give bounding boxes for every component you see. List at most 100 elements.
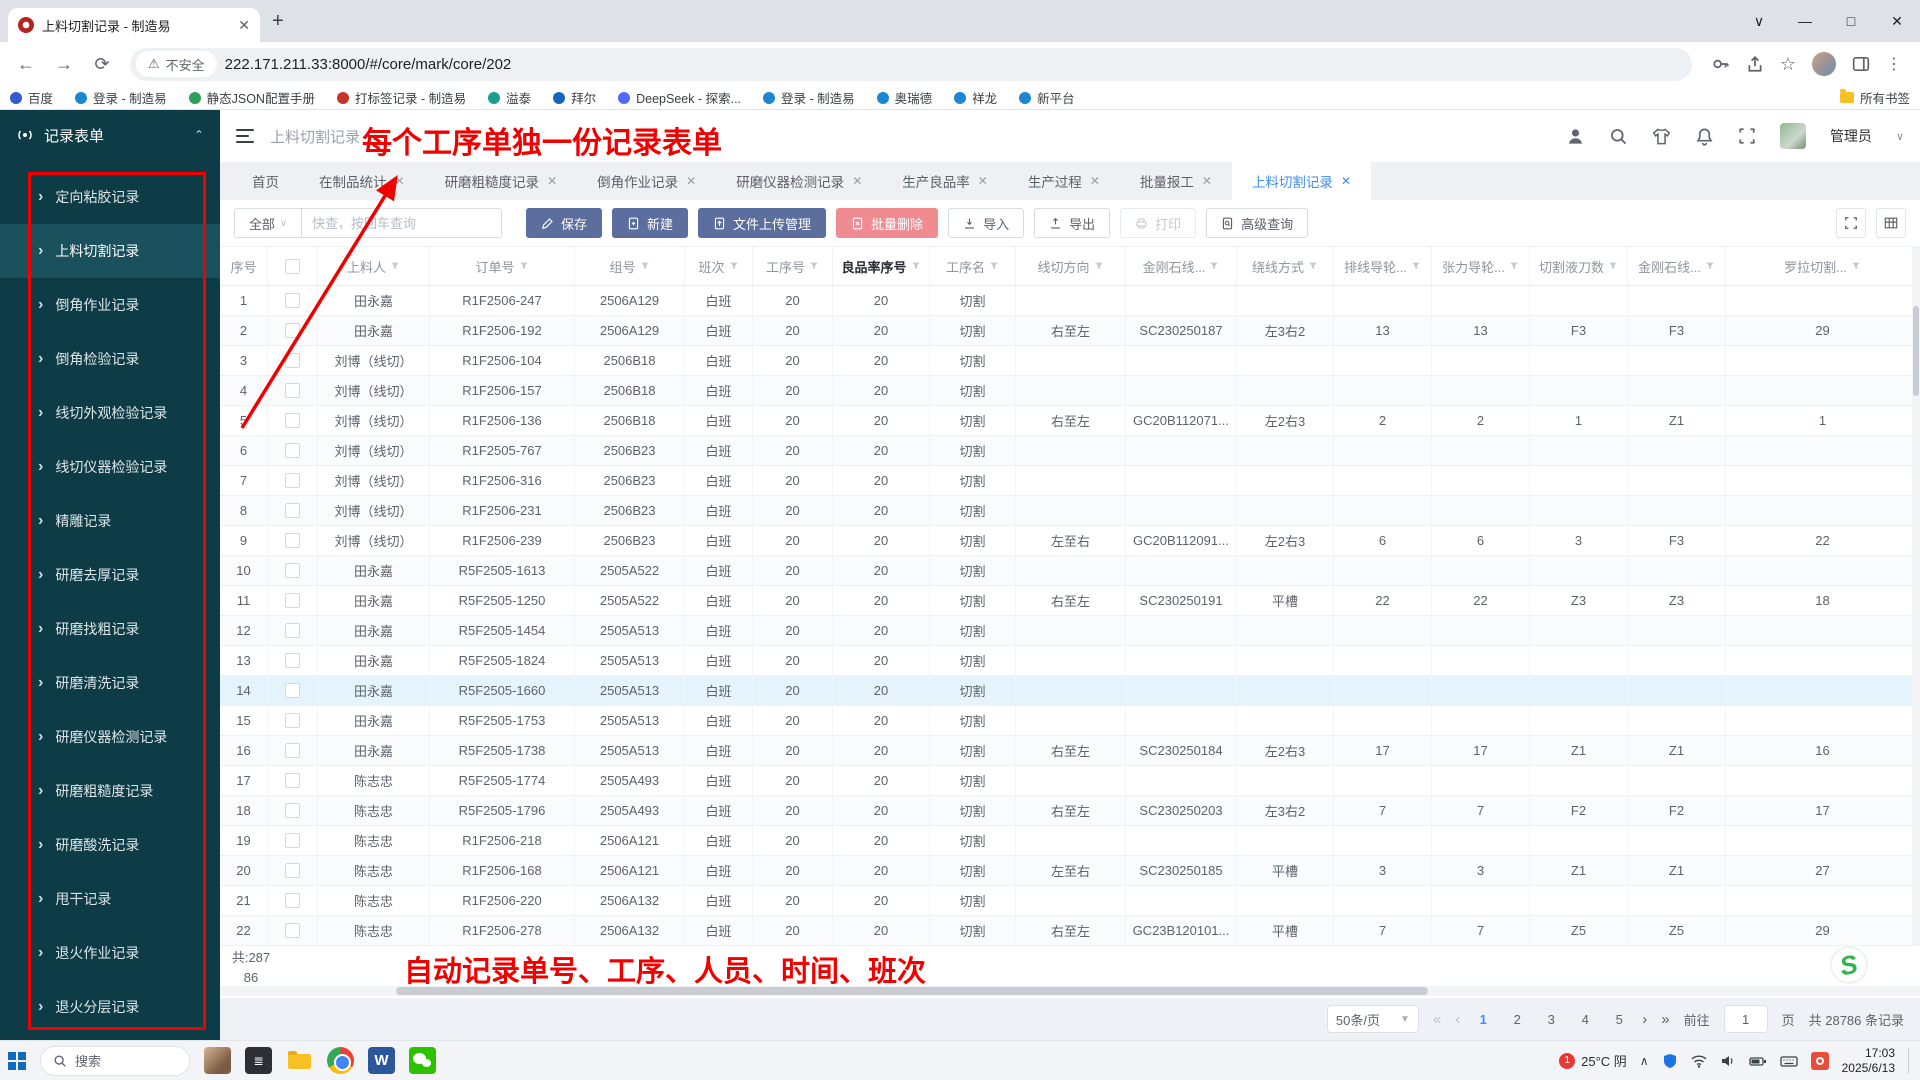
notification-bell-icon[interactable] bbox=[1695, 127, 1714, 146]
horizontal-scrollbar[interactable] bbox=[220, 986, 1920, 996]
filter-icon[interactable] bbox=[911, 261, 921, 271]
table-row[interactable]: 17 陈志忠 R5F2505-1774 2505A493 白班 20 20 切割 bbox=[220, 766, 1920, 796]
sidebar-item-7[interactable]: › 精雕记录 bbox=[0, 494, 220, 548]
address-bar[interactable]: ⚠ 不安全 222.171.211.33:8000/#/core/mark/co… bbox=[130, 47, 1692, 81]
share-icon[interactable] bbox=[1746, 55, 1764, 73]
back-icon[interactable]: ← bbox=[10, 48, 42, 80]
prev-page-button[interactable]: ‹ bbox=[1455, 1011, 1460, 1028]
url-text[interactable]: 222.171.211.33:8000/#/core/mark/core/202 bbox=[225, 56, 512, 73]
bookmark-item[interactable]: 登录 - 制造易 bbox=[75, 88, 167, 107]
table-row[interactable]: 7 刘博（线切） R1F2506-316 2506B23 白班 20 20 切割 bbox=[220, 466, 1920, 496]
filter-icon[interactable] bbox=[1411, 261, 1421, 271]
bookmark-item[interactable]: 百度 bbox=[10, 88, 53, 107]
filter-icon[interactable] bbox=[519, 261, 529, 271]
table-row[interactable]: 1 田永嘉 R1F2506-247 2506A129 白班 20 20 切割 bbox=[220, 286, 1920, 316]
collapse-caret-icon[interactable]: ⌃ bbox=[194, 128, 204, 142]
filter-icon[interactable] bbox=[640, 261, 650, 271]
bookmark-item[interactable]: 祥龙 bbox=[954, 88, 997, 107]
bookmark-item[interactable]: 新平台 bbox=[1019, 88, 1075, 107]
sidebar-item-1[interactable]: › 定向粘胶记录 bbox=[0, 170, 220, 224]
table-row[interactable]: 2 田永嘉 R1F2506-192 2506A129 白班 20 20 切割 右至左 SC2302… bbox=[220, 316, 1920, 346]
row-checkbox[interactable] bbox=[285, 533, 300, 548]
last-page-button[interactable]: » bbox=[1661, 1011, 1669, 1028]
select-all-checkbox[interactable] bbox=[285, 258, 300, 274]
row-checkbox[interactable] bbox=[285, 383, 300, 398]
table-row[interactable]: 6 刘博（线切） R1F2505-767 2506B23 白班 20 20 切割 bbox=[220, 436, 1920, 466]
sidebar-item-2[interactable]: › 上料切割记录 bbox=[0, 224, 220, 278]
tab-close-icon[interactable]: ✕ bbox=[1202, 174, 1212, 188]
tray-chevron-icon[interactable]: ∧ bbox=[1640, 1054, 1649, 1068]
filter-icon[interactable] bbox=[1608, 261, 1618, 271]
hamburger-icon[interactable] bbox=[236, 129, 254, 143]
row-checkbox[interactable] bbox=[285, 653, 300, 668]
goto-page-input[interactable] bbox=[1723, 1005, 1768, 1033]
row-checkbox[interactable] bbox=[285, 803, 300, 818]
first-page-button[interactable]: « bbox=[1433, 1011, 1441, 1028]
page-size-select[interactable]: 50条/页 ▼ bbox=[1326, 1005, 1419, 1033]
table-row[interactable]: 22 陈志忠 R1F2506-278 2506A132 白班 20 20 切割 右至左 GC23B… bbox=[220, 916, 1920, 946]
workspace-tab[interactable]: 在制品统计 ✕ bbox=[299, 162, 425, 200]
batch-delete-button[interactable]: 批量删除 bbox=[836, 208, 939, 238]
sidebar-item-14[interactable]: › 甩干记录 bbox=[0, 872, 220, 926]
wifi-icon[interactable] bbox=[1691, 1053, 1707, 1069]
table-row[interactable]: 18 陈志忠 R5F2505-1796 2505A493 白班 20 20 切割 右至左 SC23… bbox=[220, 796, 1920, 826]
tab-close-icon[interactable]: ✕ bbox=[1341, 174, 1351, 188]
forward-icon[interactable]: → bbox=[48, 48, 80, 80]
bookmark-item[interactable]: 打标签记录 - 制造易 bbox=[336, 88, 466, 107]
table-row[interactable]: 15 田永嘉 R5F2505-1753 2505A513 白班 20 20 切割 bbox=[220, 706, 1920, 736]
sidebar-item-4[interactable]: › 倒角检验记录 bbox=[0, 332, 220, 386]
filter-icon[interactable] bbox=[1851, 261, 1861, 271]
sidebar-header[interactable]: 记录表单 ⌃ bbox=[0, 110, 220, 160]
table-row[interactable]: 21 陈志忠 R1F2506-220 2506A132 白班 20 20 切割 bbox=[220, 886, 1920, 916]
sidebar-item-13[interactable]: › 研磨酸洗记录 bbox=[0, 818, 220, 872]
bookmark-item[interactable]: 奥瑞德 bbox=[876, 88, 932, 107]
window-close-button[interactable]: ✕ bbox=[1874, 0, 1920, 42]
workspace-tab[interactable]: 生产过程 ✕ bbox=[1008, 162, 1120, 200]
vertical-scrollbar[interactable] bbox=[1912, 246, 1920, 946]
browser-profile-avatar[interactable] bbox=[1812, 52, 1836, 76]
file-explorer-icon[interactable] bbox=[286, 1047, 313, 1074]
user-name[interactable]: 管理员 bbox=[1830, 126, 1872, 146]
bookmark-item[interactable]: 拜尔 bbox=[553, 88, 596, 107]
table-row[interactable]: 11 田永嘉 R5F2505-1250 2505A522 白班 20 20 切割 右至左 SC23… bbox=[220, 586, 1920, 616]
bookmark-item[interactable]: DeepSeek - 探索... bbox=[618, 88, 741, 107]
sidebar-item-9[interactable]: › 研磨找粗记录 bbox=[0, 602, 220, 656]
filter-icon[interactable] bbox=[390, 261, 400, 271]
taskbar-clock[interactable]: 17:03 2025/6/13 bbox=[1842, 1046, 1895, 1076]
filter-icon[interactable] bbox=[809, 261, 819, 271]
theme-shirt-icon[interactable] bbox=[1652, 127, 1671, 146]
security-shield-icon[interactable] bbox=[1662, 1053, 1678, 1069]
page-number-button[interactable]: 2 bbox=[1508, 1012, 1526, 1027]
sidebar-item-6[interactable]: › 线切仪器检验记录 bbox=[0, 440, 220, 494]
window-minimize-button[interactable]: — bbox=[1782, 0, 1828, 42]
password-key-icon[interactable] bbox=[1712, 55, 1730, 73]
tab-close-icon[interactable]: ✕ bbox=[978, 174, 988, 188]
bookmark-item[interactable]: 静态JSON配置手册 bbox=[188, 88, 315, 107]
export-button[interactable]: 导出 bbox=[1034, 208, 1111, 238]
sidebar-item-3[interactable]: › 倒角作业记录 bbox=[0, 278, 220, 332]
tab-search-icon[interactable]: ∨ bbox=[1736, 0, 1782, 42]
weather-widget[interactable]: 1 25°C 阴 bbox=[1559, 1051, 1627, 1070]
row-checkbox[interactable] bbox=[285, 623, 300, 638]
row-checkbox[interactable] bbox=[285, 833, 300, 848]
file-upload-manager-button[interactable]: 文件上传管理 bbox=[698, 208, 827, 238]
widgets-photo-icon[interactable] bbox=[204, 1047, 231, 1074]
tab-close-icon[interactable]: ✕ bbox=[547, 174, 557, 188]
table-row[interactable]: 19 陈志忠 R1F2506-218 2506A121 白班 20 20 切割 bbox=[220, 826, 1920, 856]
row-checkbox[interactable] bbox=[285, 473, 300, 488]
user-avatar[interactable] bbox=[1779, 123, 1806, 149]
sidebar-item-11[interactable]: › 研磨仪器检测记录 bbox=[0, 710, 220, 764]
battery-icon[interactable] bbox=[1748, 1053, 1767, 1069]
table-row[interactable]: 16 田永嘉 R5F2505-1738 2505A513 白班 20 20 切割 右至左 SC23… bbox=[220, 736, 1920, 766]
browser-menu-icon[interactable]: ⋮ bbox=[1886, 54, 1902, 74]
table-row[interactable]: 20 陈志忠 R1F2506-168 2506A121 白班 20 20 切割 左至右 SC230… bbox=[220, 856, 1920, 886]
show-desktop-button[interactable] bbox=[1908, 1047, 1912, 1074]
workspace-tab[interactable]: 批量报工 ✕ bbox=[1120, 162, 1232, 200]
filter-icon[interactable] bbox=[729, 261, 739, 271]
tab-close-icon[interactable]: ✕ bbox=[1090, 174, 1100, 188]
row-checkbox[interactable] bbox=[285, 773, 300, 788]
app-icon-dark[interactable]: ≣ bbox=[245, 1047, 272, 1074]
row-checkbox[interactable] bbox=[285, 593, 300, 608]
table-row[interactable]: 4 刘博（线切） R1F2506-157 2506B18 白班 20 20 切割 bbox=[220, 376, 1920, 406]
filter-icon[interactable] bbox=[1094, 261, 1104, 271]
